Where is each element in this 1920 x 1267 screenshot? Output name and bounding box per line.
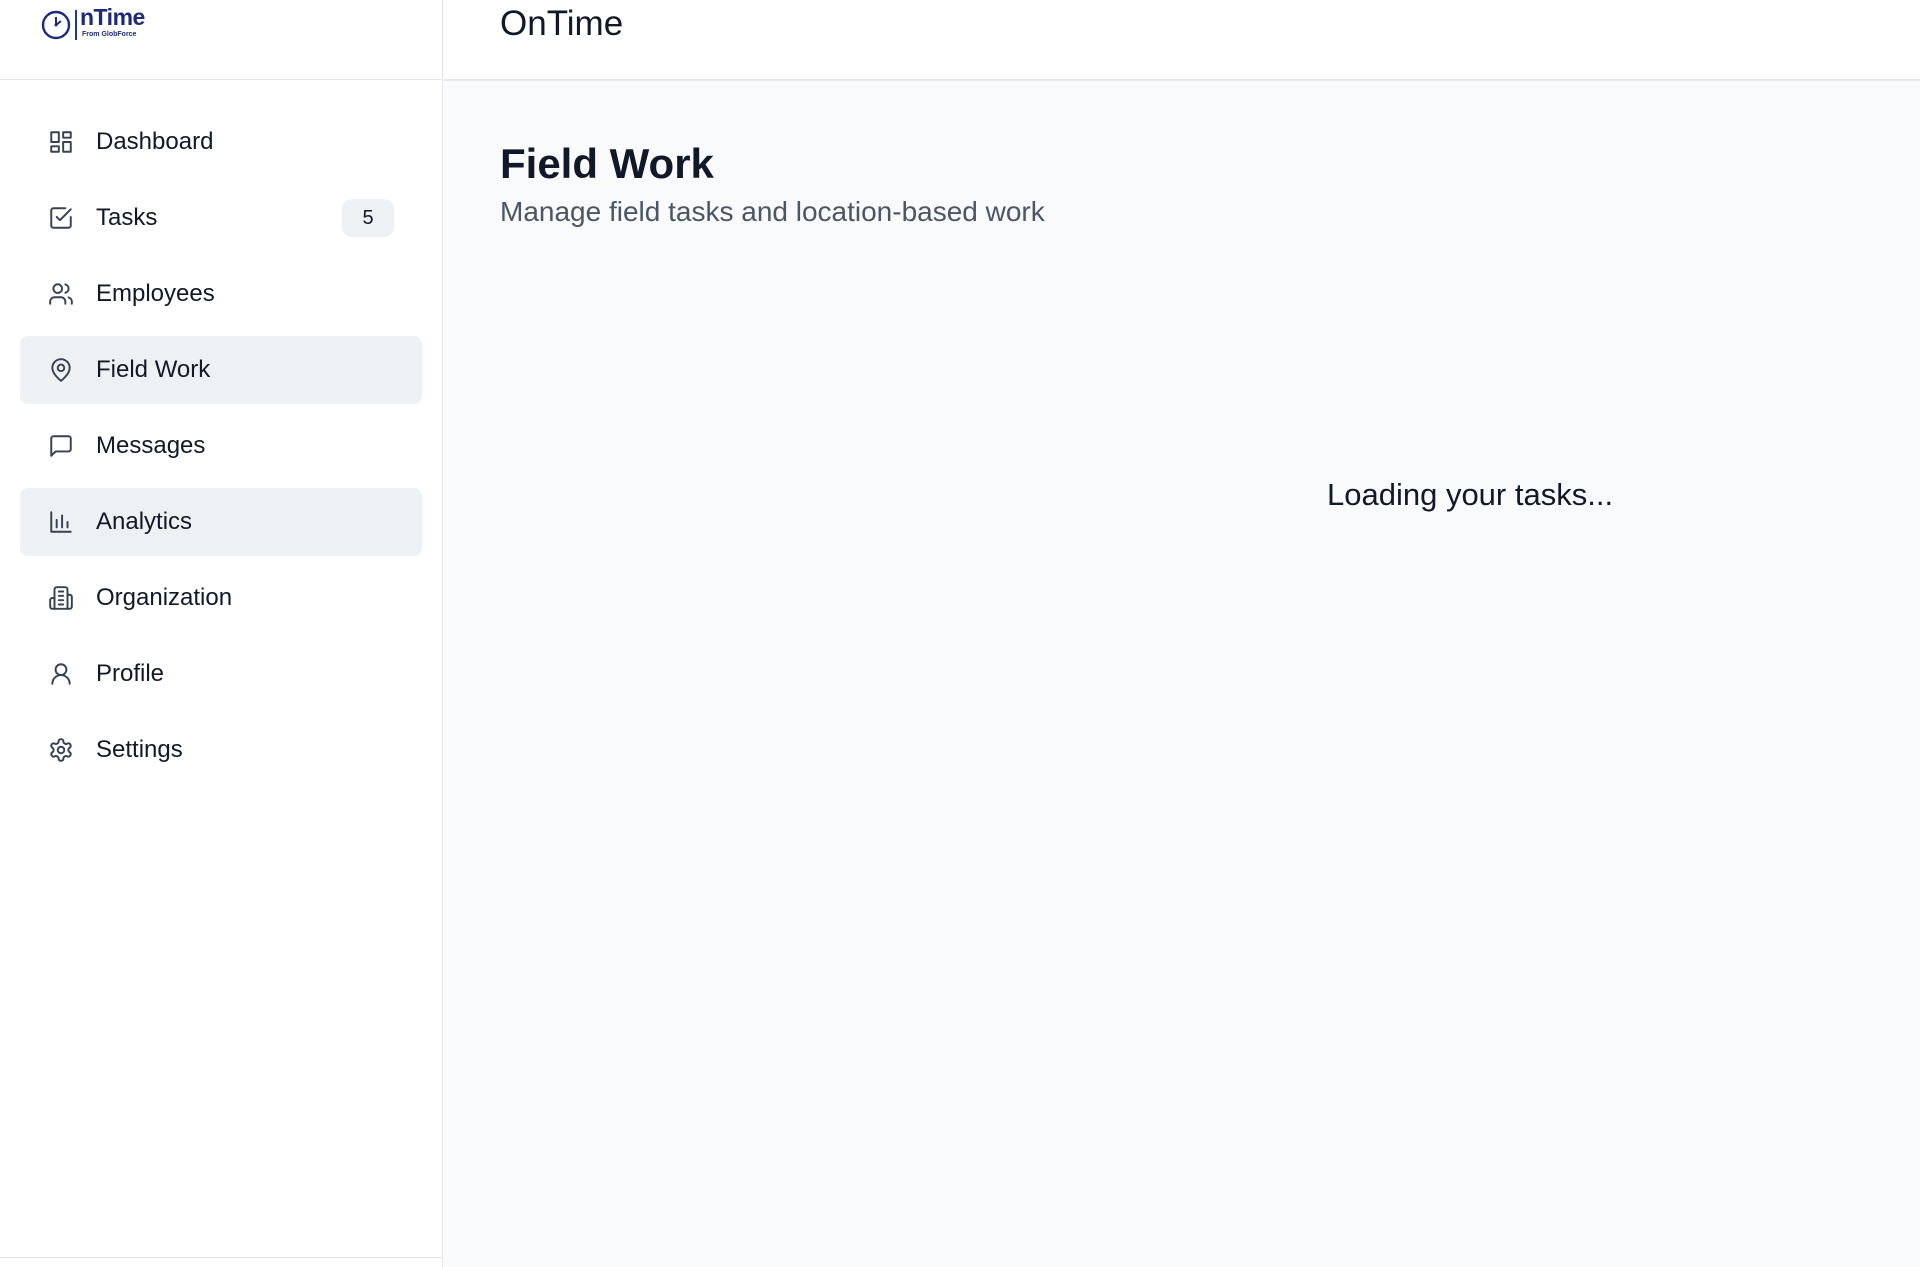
clock-icon bbox=[41, 10, 71, 40]
loading-message: Loading your tasks... bbox=[1327, 477, 1614, 512]
tasks-count-badge: 5 bbox=[342, 199, 394, 237]
logo-divider bbox=[75, 10, 77, 40]
sidebar-item-label: Field Work bbox=[96, 356, 211, 383]
dashboard-icon bbox=[48, 129, 74, 155]
logo-area: nTime From GlobForce bbox=[0, 0, 442, 80]
sidebar-item-messages[interactable]: Messages bbox=[20, 412, 422, 480]
sidebar-item-analytics[interactable]: Analytics bbox=[20, 488, 422, 556]
sidebar-item-dashboard[interactable]: Dashboard bbox=[20, 108, 422, 176]
user-icon bbox=[48, 661, 74, 687]
page-subtitle: Manage field tasks and location-based wo… bbox=[500, 196, 1045, 227]
bar-chart-icon bbox=[48, 509, 74, 535]
sidebar-nav: Dashboard Tasks 5 Employees Field Work M… bbox=[0, 80, 442, 784]
message-icon bbox=[48, 433, 74, 459]
building-icon bbox=[48, 585, 74, 611]
sidebar-item-employees[interactable]: Employees bbox=[20, 260, 422, 328]
sidebar-item-field-work[interactable]: Field Work bbox=[20, 336, 422, 404]
logo-name: nTime bbox=[80, 4, 145, 30]
logo-text: nTime From GlobForce bbox=[80, 4, 145, 39]
map-pin-icon bbox=[48, 357, 74, 383]
sidebar: nTime From GlobForce Dashboard Tasks 5 E… bbox=[0, 0, 443, 1267]
sidebar-item-label: Profile bbox=[96, 660, 165, 687]
sidebar-item-label: Settings bbox=[96, 736, 183, 763]
sidebar-item-label: Employees bbox=[96, 280, 215, 307]
sidebar-item-label: Messages bbox=[96, 432, 206, 459]
users-icon bbox=[48, 281, 74, 307]
sidebar-item-settings[interactable]: Settings bbox=[20, 716, 422, 784]
sidebar-item-label: Dashboard bbox=[96, 128, 214, 155]
app-title: OnTime bbox=[500, 4, 624, 43]
sidebar-item-tasks[interactable]: Tasks 5 bbox=[20, 184, 422, 252]
sidebar-item-label: Analytics bbox=[96, 508, 193, 535]
sidebar-item-profile[interactable]: Profile bbox=[20, 640, 422, 708]
gear-icon bbox=[48, 737, 74, 763]
sidebar-item-label: Tasks bbox=[96, 204, 158, 231]
sidebar-divider bbox=[0, 1257, 442, 1258]
brand-logo[interactable]: nTime From GlobForce bbox=[40, 6, 145, 41]
top-header: OnTime bbox=[444, 0, 1920, 81]
logo-sub: From GlobForce bbox=[82, 31, 137, 38]
app-root: nTime From GlobForce Dashboard Tasks 5 E… bbox=[0, 0, 1920, 1267]
page-title: Field Work bbox=[500, 140, 714, 187]
main-content: Field Work Manage field tasks and locati… bbox=[444, 82, 1920, 1267]
sidebar-item-label: Organization bbox=[96, 584, 233, 611]
check-square-icon bbox=[48, 205, 74, 231]
sidebar-item-organization[interactable]: Organization bbox=[20, 564, 422, 632]
